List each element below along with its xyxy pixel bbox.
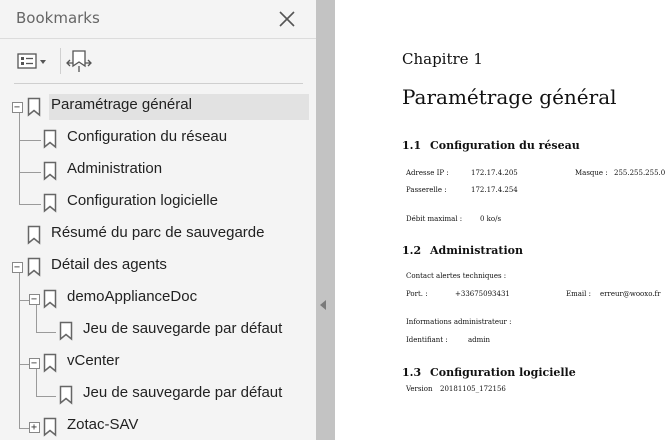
- bookmark-icon: [43, 129, 57, 149]
- bookmark-item[interactable]: Résumé du parc de sauvegarde: [49, 222, 309, 248]
- bookmark-label: Détail des agents: [51, 256, 167, 273]
- subsection-heading: Informations administrateur :: [406, 318, 512, 326]
- bookmark-icon: [59, 385, 73, 405]
- bookmark-label: Zotac-SAV: [67, 416, 139, 433]
- field-label: Passerelle :: [406, 186, 447, 194]
- field-value: 20181105_172156: [440, 385, 506, 393]
- field-label: Port. :: [406, 290, 428, 298]
- field-label: Débit maximal :: [406, 215, 463, 223]
- field-value: 172.17.4.254: [471, 186, 518, 194]
- bookmark-item[interactable]: Paramétrage général: [49, 94, 309, 120]
- section-title: Administration: [430, 244, 524, 257]
- field-value: 0 ko/s: [480, 215, 502, 223]
- collapse-toggle-icon[interactable]: −: [12, 262, 23, 273]
- subsection-heading: Contact alertes techniques :: [406, 272, 507, 280]
- bookmark-label: Configuration du réseau: [67, 128, 228, 145]
- field-value: erreur@wooxo.fr: [600, 290, 661, 298]
- collapse-arrow-icon[interactable]: [320, 300, 326, 310]
- bookmark-label: Configuration logicielle: [67, 192, 218, 209]
- field-value: 255.255.255.0: [614, 169, 666, 177]
- bookmark-icon: [27, 97, 41, 117]
- bookmark-label: demoApplianceDoc: [67, 288, 198, 305]
- section-title: Configuration logicielle: [430, 366, 576, 379]
- chapter-label: Chapitre 1: [402, 50, 483, 68]
- document-page: Chapitre 1 Paramétrage général 1.1 Confi…: [335, 0, 671, 440]
- bookmark-icon: [27, 257, 41, 277]
- field-label: Identifiant :: [406, 336, 448, 344]
- bookmark-item[interactable]: demoApplianceDoc: [64, 286, 304, 312]
- bookmark-icon: [43, 161, 57, 181]
- page-title: Paramétrage général: [402, 85, 617, 109]
- bookmark-label: vCenter: [67, 352, 120, 369]
- collapse-toggle-icon[interactable]: −: [29, 358, 40, 369]
- field-label: Masque :: [575, 169, 608, 177]
- bookmarks-panel: Bookmarks Paramétrage général − Configur…: [0, 0, 316, 440]
- bookmark-tree: Paramétrage général − Configuration du r…: [0, 0, 316, 440]
- bookmark-icon: [43, 417, 57, 437]
- bookmark-item[interactable]: Jeu de sauvegarde par défaut: [80, 318, 310, 344]
- section-title: Configuration du réseau: [430, 139, 580, 152]
- section-number: 1.3: [402, 366, 422, 379]
- bookmark-icon: [43, 353, 57, 373]
- bookmark-item[interactable]: Administration: [64, 158, 304, 184]
- section-number: 1.2: [402, 244, 422, 257]
- bookmark-icon: [27, 225, 41, 245]
- bookmark-item[interactable]: Configuration logicielle: [64, 190, 304, 216]
- field-value: 172.17.4.205: [471, 169, 518, 177]
- field-label: Version: [406, 385, 433, 393]
- bookmark-label: Administration: [67, 160, 163, 177]
- bookmark-icon: [43, 193, 57, 213]
- bookmark-item[interactable]: vCenter: [64, 350, 304, 376]
- field-value: +33675093431: [455, 290, 510, 298]
- bookmark-item[interactable]: Jeu de sauvegarde par défaut: [80, 382, 310, 408]
- field-value: admin: [468, 336, 491, 344]
- bookmark-item[interactable]: Configuration du réseau: [64, 126, 304, 152]
- bookmark-label: Paramétrage général: [51, 96, 192, 113]
- field-label: Adresse IP :: [406, 169, 449, 177]
- expand-toggle-icon[interactable]: +: [29, 422, 40, 433]
- bookmark-label: Jeu de sauvegarde par défaut: [83, 384, 283, 401]
- bookmark-item[interactable]: Détail des agents: [49, 254, 309, 280]
- bookmark-icon: [43, 289, 57, 309]
- section-number: 1.1: [402, 139, 422, 152]
- bookmark-label: Résumé du parc de sauvegarde: [51, 224, 265, 241]
- bookmark-label: Jeu de sauvegarde par défaut: [83, 320, 283, 337]
- bookmark-icon: [59, 321, 73, 341]
- bookmark-item[interactable]: Zotac-SAV: [64, 414, 304, 440]
- field-label: Email :: [566, 290, 591, 298]
- collapse-toggle-icon[interactable]: −: [29, 294, 40, 305]
- panel-splitter[interactable]: [316, 0, 335, 440]
- collapse-toggle-icon[interactable]: −: [12, 102, 23, 113]
